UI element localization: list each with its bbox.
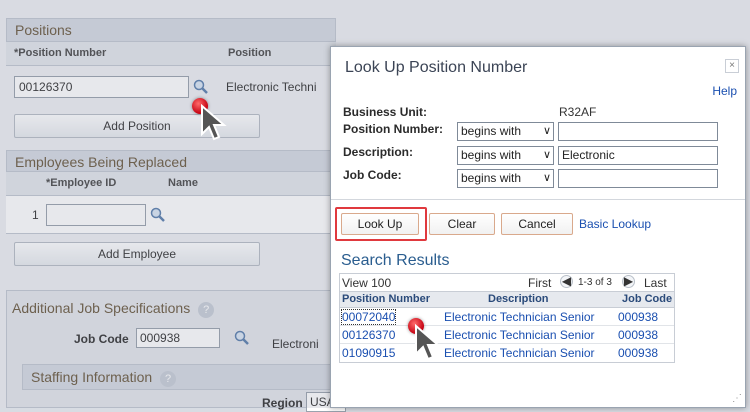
mouse-cursor-icon: [201, 104, 227, 141]
business-unit-label: Business Unit:: [343, 105, 428, 119]
row-position-link[interactable]: 00072040: [340, 309, 397, 325]
row-job-code-link[interactable]: 000938: [618, 328, 658, 342]
resize-grip-icon[interactable]: ⋰: [732, 393, 742, 404]
table-row[interactable]: 00072040 Electronic Technician Senior 00…: [340, 308, 674, 326]
range-label: 1-3 of 3: [578, 277, 612, 288]
last-label: Last: [644, 276, 667, 290]
row-job-code-link[interactable]: 000938: [618, 346, 658, 360]
clear-button[interactable]: Clear: [429, 213, 495, 235]
table-row[interactable]: 00126370 Electronic Technician Senior 00…: [340, 326, 674, 344]
results-toolbar: View 100 First ◀ 1-3 of 3 ▶ Last: [340, 274, 674, 292]
business-unit-value: R32AF: [559, 105, 597, 119]
row-description-link[interactable]: Electronic Technician Senior: [444, 328, 595, 342]
close-icon[interactable]: ×: [725, 59, 739, 73]
basic-lookup-link[interactable]: Basic Lookup: [579, 217, 651, 231]
job-code-operator-select[interactable]: begins with ∨: [457, 169, 554, 188]
position-number-label: Position Number:: [343, 122, 444, 136]
job-code-search-input[interactable]: [558, 169, 718, 188]
description-search-input[interactable]: Electronic: [558, 146, 718, 165]
lookup-modal: Look Up Position Number × Help Business …: [330, 46, 746, 408]
search-results-title: Search Results: [341, 252, 450, 269]
row-position-link[interactable]: 01090915: [342, 346, 395, 360]
next-page-icon[interactable]: ▶: [622, 275, 635, 288]
row-job-code-link[interactable]: 000938: [618, 310, 658, 324]
help-link[interactable]: Help: [712, 84, 737, 98]
col-description[interactable]: Description: [488, 293, 549, 305]
search-results-grid: View 100 First ◀ 1-3 of 3 ▶ Last Positio…: [339, 273, 675, 363]
view-100-link[interactable]: View 100: [342, 276, 391, 290]
chevron-down-icon: ∨: [542, 125, 551, 137]
position-number-operator-select[interactable]: begins with ∨: [457, 122, 554, 141]
row-description-link[interactable]: Electronic Technician Senior: [444, 310, 595, 324]
mouse-cursor-icon: [415, 324, 441, 361]
look-up-button[interactable]: Look Up: [341, 213, 419, 235]
results-header: Position Number Description Job Code: [340, 292, 674, 308]
table-row[interactable]: 01090915 Electronic Technician Senior 00…: [340, 344, 674, 362]
prev-page-icon[interactable]: ◀: [560, 275, 573, 288]
divider: [331, 199, 745, 200]
cancel-button[interactable]: Cancel: [501, 213, 573, 235]
chevron-down-icon: ∨: [542, 149, 551, 161]
description-label: Description:: [343, 145, 414, 159]
modal-title: Look Up Position Number: [345, 59, 528, 76]
col-job-code[interactable]: Job Code: [622, 293, 672, 305]
position-number-search-input[interactable]: [558, 122, 718, 141]
description-operator-select[interactable]: begins with ∨: [457, 146, 554, 165]
chevron-down-icon: ∨: [542, 172, 551, 184]
job-code-search-label: Job Code:: [343, 168, 402, 182]
col-position-number[interactable]: Position Number: [342, 293, 430, 305]
row-description-link[interactable]: Electronic Technician Senior: [444, 346, 595, 360]
first-label: First: [528, 276, 552, 290]
row-position-link[interactable]: 00126370: [342, 328, 395, 342]
